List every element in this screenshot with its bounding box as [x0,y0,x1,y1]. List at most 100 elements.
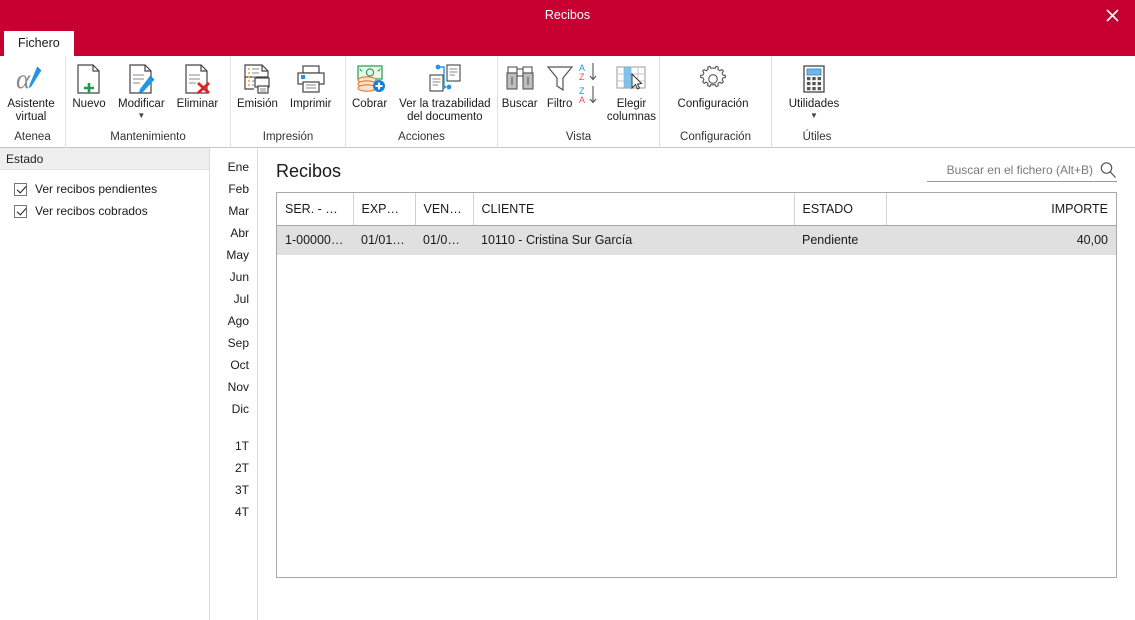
ribbon-group-label: Configuración [680,131,751,143]
search-icon[interactable] [1099,161,1117,179]
svg-text:Z: Z [579,72,585,82]
period-item-jun[interactable]: Jun [230,266,257,288]
period-item-nov[interactable]: Nov [228,376,257,398]
ribbon-button-label: Asistente virtual [7,98,55,123]
window-title: Recibos [544,8,591,22]
main-content: Recibos Buscar en el fichero (Alt+B) SER… [258,148,1135,620]
table-empty-area [277,255,1116,577]
ribbon-group-label: Impresión [262,131,314,143]
checkmark-icon[interactable] [14,182,27,196]
application-window: Recibos Fichero α Asistente virtual Aten… [0,0,1135,620]
table-row[interactable]: 1-000001/1 01/01/2... 01/01/... 10110 - … [277,225,1116,256]
period-item-may[interactable]: May [226,244,257,266]
ribbon-group-vista: Buscar Filtro A Z Z A Elegir columnas Vi… [498,56,660,148]
sort-az-za-icon: A Z Z A [579,60,603,112]
cell-importe: 40,00 [886,225,1116,256]
ribbon-button-cobrar[interactable]: Cobrar [346,60,393,111]
money-coins-plus-icon [354,62,386,96]
table-header-row: SER. - NÚM. EXPEDI... VENCI... CLIENTE E… [277,193,1116,226]
ribbon-button-configuracion[interactable]: Configuración [660,60,766,111]
period-item-feb[interactable]: Feb [228,178,257,200]
column-header-vencimiento[interactable]: VENCI... [415,193,474,226]
chevron-down-icon[interactable]: ▼ [810,112,818,120]
filter-sidebar: Estado Ver recibos pendientes Ver recibo… [0,148,210,620]
ribbon-button-label: Imprimir [289,98,332,110]
funnel-icon [546,62,574,96]
ribbon-group-acciones: Cobrar Ver la trazabilidad del documento… [346,56,498,148]
period-item-oct[interactable]: Oct [230,354,257,376]
cell-expedicion: 01/01/2... [353,225,415,256]
ribbon-button-label: Cobrar [352,98,388,110]
ribbon-button-label: Filtro [546,98,573,110]
ribbon-group-impresion: Emisión Imprimir Impresión [231,56,346,148]
column-header-importe[interactable]: IMPORTE [886,193,1116,226]
document-pencil-icon [126,62,156,96]
period-item-dic[interactable]: Dic [232,398,257,420]
column-header-cliente[interactable]: CLIENTE [473,193,795,226]
cell-vencimiento: 01/01/... [415,225,473,256]
ribbon-button-label: Modificar [118,98,165,110]
ribbon-button-label: Utilidades [788,98,840,110]
svg-text:A: A [579,95,585,105]
column-header-expedicion[interactable]: EXPEDI... [353,193,416,226]
svg-text:α: α [16,64,31,94]
ribbon-button-utilidades[interactable]: Utilidades ▼ [772,60,856,120]
receipts-grid: SER. - NÚM. EXPEDI... VENCI... CLIENTE E… [277,193,1116,256]
page-title: Recibos [276,161,342,181]
ribbon-group-mantenimiento: Nuevo Modificar ▼ Eliminar Mantenimiento [66,56,231,148]
alpha-pen-icon: α [15,62,47,96]
period-item-ene[interactable]: Ene [228,156,257,178]
document-print-icon [242,62,272,96]
column-header-ser-num[interactable]: SER. - NÚM. [277,193,354,226]
period-item-1t[interactable]: 1T [235,435,257,457]
ribbon-button-trazabilidad[interactable]: Ver la trazabilidad del documento [393,60,496,124]
period-selector: Ene Feb Mar Abr May Jun Jul Ago Sep Oct … [210,148,258,620]
chevron-down-icon[interactable]: ▼ [137,112,145,120]
checkbox-ver-recibos-pendientes[interactable]: Ver recibos pendientes [14,182,209,196]
ribbon-group-atenea: α Asistente virtual Atenea [0,56,66,148]
ribbon-button-label: Nuevo [72,98,106,110]
ribbon-group-label: Vista [565,131,592,143]
period-item-mar[interactable]: Mar [228,200,257,222]
ribbon-button-ordenar[interactable]: A Z Z A [578,60,604,114]
ribbon-button-asistente-virtual[interactable]: α Asistente virtual [0,60,62,124]
ribbon-button-buscar[interactable]: Buscar [498,60,541,111]
period-item-jul[interactable]: Jul [234,288,257,310]
period-item-4t[interactable]: 4T [235,501,257,523]
ribbon-group-label: Atenea [14,131,51,143]
ribbon-button-modificar[interactable]: Modificar ▼ [112,60,171,120]
sidebar-header-estado: Estado [0,148,209,170]
ribbon-button-label: Ver la trazabilidad del documento [399,98,491,123]
binoculars-icon [504,62,536,96]
calculator-icon [801,62,827,96]
ribbon-button-emision[interactable]: Emisión [231,60,284,111]
title-bar: Recibos [0,0,1135,31]
printer-icon [295,62,327,96]
choose-columns-icon [614,62,648,96]
ribbon-group-label: Útiles [802,131,832,143]
document-delete-icon [182,62,212,96]
tab-fichero[interactable]: Fichero [4,31,74,56]
period-item-abr[interactable]: Abr [230,222,257,244]
ribbon-group-label: Mantenimiento [110,131,186,143]
ribbon-button-eliminar[interactable]: Eliminar [171,60,225,111]
ribbon-button-nuevo[interactable]: Nuevo [66,60,112,111]
window-body: Estado Ver recibos pendientes Ver recibo… [0,148,1135,620]
ribbon-button-filtro[interactable]: Filtro [541,60,578,111]
ribbon-button-elegir-columnas[interactable]: Elegir columnas [604,60,659,124]
checkbox-label: Ver recibos pendientes [35,182,158,196]
checkmark-icon[interactable] [14,204,27,218]
ribbon-group-utiles: Utilidades ▼ Útiles [772,56,862,148]
column-header-estado[interactable]: ESTADO [794,193,887,226]
close-icon[interactable] [1090,0,1135,31]
period-item-2t[interactable]: 2T [235,457,257,479]
main-header: Recibos [276,148,1117,192]
ribbon-button-label: Emisión [237,98,278,110]
period-item-3t[interactable]: 3T [235,479,257,501]
checkbox-ver-recibos-cobrados[interactable]: Ver recibos cobrados [14,204,209,218]
search-input[interactable] [927,162,1099,178]
search-box[interactable] [927,161,1117,182]
period-item-sep[interactable]: Sep [228,332,257,354]
period-item-ago[interactable]: Ago [228,310,257,332]
ribbon-button-imprimir[interactable]: Imprimir [284,60,338,111]
